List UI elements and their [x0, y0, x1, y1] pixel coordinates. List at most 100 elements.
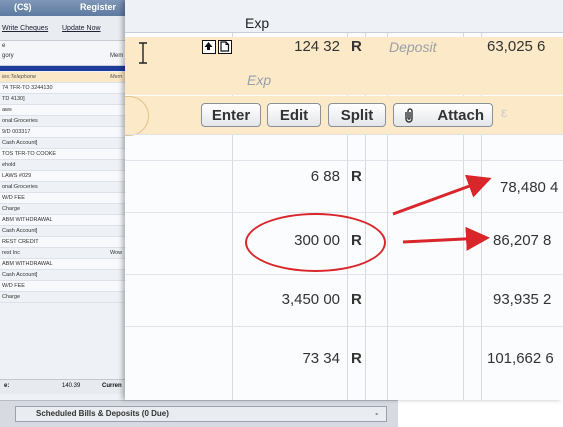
list-item-memo: Mem	[110, 74, 123, 80]
split-button[interactable]: Split	[328, 103, 386, 127]
list-item-text: ABM WITHDRAWAL	[2, 217, 53, 223]
list-item[interactable]: Cash Account]	[0, 226, 135, 237]
list-item[interactable]: W/D FEE	[0, 193, 135, 204]
active-cleared[interactable]: R	[351, 38, 362, 55]
menu-write-cheques[interactable]: Write Cheques	[2, 25, 48, 32]
selected-row-highlight	[0, 66, 135, 71]
window-title: Register	[80, 2, 117, 12]
list-item-text: ehold	[2, 162, 16, 168]
scheduled-bills-label: Scheduled Bills & Deposits (0 Due)	[36, 409, 169, 418]
list-item-text: W/D FEE	[2, 283, 25, 289]
row-separator	[125, 134, 563, 135]
zoomed-register: Exp 124 32 R Deposit 63,025 6 Exp Enter …	[125, 0, 563, 400]
list-item[interactable]: onal:Groceries	[0, 116, 135, 127]
row-balance: 86,207 8	[493, 232, 552, 249]
list-item-text: Cash Account]	[2, 272, 38, 278]
header-category: gory	[2, 53, 14, 59]
list-item[interactable]: aws	[0, 105, 135, 116]
row-balance: 93,935 2	[493, 291, 552, 308]
menu-update-now[interactable]: Update Now	[62, 25, 101, 32]
list-item[interactable]: 74 TFR-TO 3244130	[0, 83, 135, 94]
row-amount[interactable]: 73 34	[250, 350, 340, 367]
scheduled-bar: Scheduled Bills & Deposits (0 Due) -	[0, 400, 398, 427]
list-item[interactable]: LAWS #029	[0, 171, 135, 182]
window-title-currency: (C$)	[14, 2, 32, 12]
footer-current: Curren	[102, 383, 122, 389]
register-column-header: Exp	[125, 0, 563, 33]
header-col-1: e	[2, 43, 6, 49]
list-item[interactable]: rest Inc Wow	[0, 248, 135, 259]
list-item[interactable]: ABM WITHDRAWAL	[0, 259, 135, 270]
row-cleared[interactable]: R	[351, 291, 362, 308]
row-separator	[125, 274, 563, 275]
list-item[interactable]: 9/D 003317	[0, 127, 135, 138]
list-item-text: TD 4130]	[2, 96, 25, 102]
list-item-text: TOS TFR-TO COOKE	[2, 151, 57, 157]
list-item[interactable]: W/D FEE	[0, 281, 135, 292]
list-item[interactable]: REST CREDIT	[0, 237, 135, 248]
highlight-ellipse	[245, 213, 386, 272]
list-item[interactable]: TOS TFR-TO COOKE	[0, 149, 135, 160]
row-balance: 101,662 6	[487, 350, 554, 367]
list-item-text: Charge	[2, 206, 21, 212]
menu-bar: Write Cheques Update Now	[0, 16, 135, 41]
balance-footer: e: 140.39 Curren	[0, 379, 135, 394]
list-item[interactable]: Charge	[0, 204, 135, 215]
list-item[interactable]: Cash Account]	[0, 270, 135, 281]
extra-button-partial[interactable]: ε	[501, 104, 507, 120]
attach-button[interactable]: Attach	[393, 103, 493, 127]
document-icon[interactable]	[218, 40, 232, 54]
header-exp: Exp	[245, 15, 270, 31]
list-item[interactable]: Cash Account]	[0, 138, 135, 149]
list-item-text: 9/D 003317	[2, 129, 31, 135]
category-field[interactable]: Exp	[247, 72, 271, 88]
row-separator	[125, 212, 563, 213]
header-memo: Mem	[110, 53, 124, 59]
list-item-text: 74 TFR-TO 3244130	[2, 85, 53, 91]
window-titlebar: (C$) Register	[0, 0, 135, 16]
active-type: Deposit	[389, 39, 437, 55]
ibeam-cursor-icon	[139, 42, 147, 64]
row-amount[interactable]: 3,450 00	[250, 291, 340, 308]
row-cleared[interactable]: R	[351, 350, 362, 367]
list-item[interactable]: onal:Groceries	[0, 182, 135, 193]
row-separator	[125, 326, 563, 327]
list-item[interactable]: TD 4130]	[0, 94, 135, 105]
list-item-text: onal:Groceries	[2, 118, 38, 124]
scheduled-bills-tab[interactable]: Scheduled Bills & Deposits (0 Due) -	[15, 406, 387, 422]
column-header: e gory Mem	[0, 41, 135, 66]
active-amount[interactable]: 124 32	[250, 38, 340, 55]
row-separator	[125, 160, 563, 161]
attach-label: Attach	[437, 107, 484, 124]
active-balance: 63,025 6	[487, 38, 546, 55]
upload-icon[interactable]	[202, 40, 216, 54]
list-item-text: LAWS #029	[2, 173, 32, 179]
footer-balance: 140.39	[62, 383, 81, 389]
list-item[interactable]: ies:Telephone Mem	[0, 72, 135, 83]
list-item[interactable]: Charge	[0, 292, 135, 303]
list-item-text: Cash Account]	[2, 140, 38, 146]
list-item-memo: Wow	[110, 250, 123, 256]
background-register-window: (C$) Register Write Cheques Update Now e…	[0, 0, 135, 426]
list-item-text: Charge	[2, 294, 21, 300]
footer-label: e:	[4, 383, 10, 389]
list-item-text: W/D FEE	[2, 195, 25, 201]
list-item-text: ABM WITHDRAWAL	[2, 261, 53, 267]
enter-button[interactable]: Enter	[201, 103, 261, 127]
list-item-text: rest Inc	[2, 250, 21, 256]
list-item[interactable]: ehold	[0, 160, 135, 171]
list-item-text: aws	[2, 107, 12, 113]
list-item-text: Cash Account]	[2, 228, 38, 234]
row-cleared[interactable]: R	[351, 168, 362, 185]
row-amount[interactable]: 6 88	[250, 168, 340, 185]
list-item-text: REST CREDIT	[2, 239, 39, 245]
collapse-icon[interactable]: -	[375, 409, 378, 418]
list-item[interactable]: ABM WITHDRAWAL	[0, 215, 135, 226]
active-transaction-category-row[interactable]	[125, 65, 563, 95]
transaction-list: ies:Telephone Mem 74 TFR-TO 3244130 TD 4130…	[0, 72, 135, 303]
paperclip-icon	[405, 108, 413, 123]
row-balance: 78,480 4	[500, 179, 559, 196]
edit-button[interactable]: Edit	[267, 103, 321, 127]
list-item-text: ies:Telephone	[2, 74, 37, 80]
list-item-text: onal:Groceries	[2, 184, 38, 190]
